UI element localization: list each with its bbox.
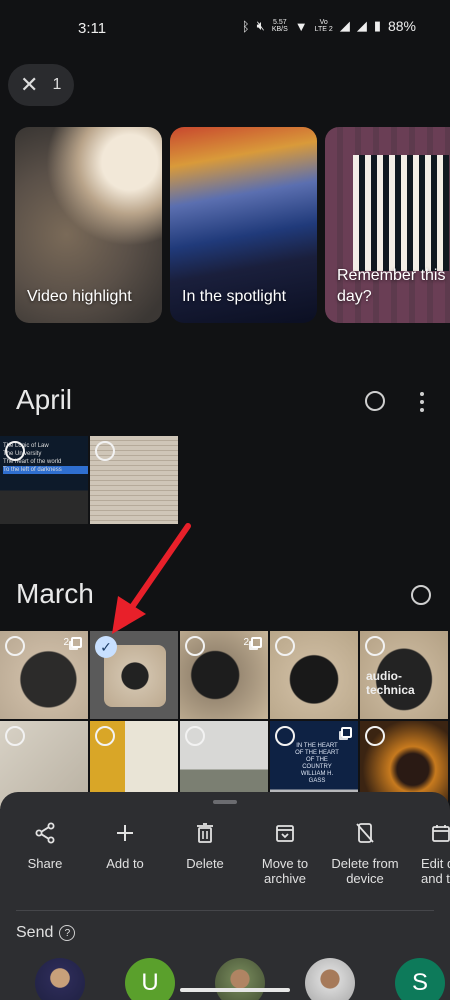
- selection-chip[interactable]: ✕ 1: [8, 64, 74, 106]
- bluetooth-icon: ᛒ: [241, 18, 250, 34]
- wifi-icon: ▼: [294, 18, 308, 34]
- memory-card-spotlight[interactable]: In the spotlight: [170, 127, 317, 323]
- action-row: Share Add to Delete Move to archive Dele…: [0, 820, 450, 890]
- memory-card-remember[interactable]: Remember this day?: [325, 127, 450, 323]
- stack-badge: [341, 727, 352, 738]
- mute-icon: 🔇︎: [256, 18, 265, 33]
- help-icon[interactable]: ?: [59, 925, 76, 941]
- calendar-icon: [405, 820, 450, 846]
- contact-row: U S: [0, 958, 450, 1000]
- volte-top: Vo: [319, 19, 328, 26]
- contact-avatar[interactable]: [35, 958, 85, 1000]
- sign-text: IN THE HEART OF THE HEART OF THE COUNTRY…: [295, 743, 339, 784]
- send-title: Send: [16, 924, 54, 941]
- move-to-archive-label: Move to archive: [261, 856, 309, 886]
- memory-image: [353, 155, 449, 271]
- status-bar: 3:11 ᛒ 🔇︎ 5.57 KB/S ▼ Vo LTE 2 ◢ ◢ ▮ 88%: [0, 0, 450, 56]
- contact-avatar-s[interactable]: S: [395, 958, 445, 1000]
- edit-date-time-label: Edit d and ti: [421, 856, 450, 886]
- memory-label: Video highlight: [27, 288, 132, 305]
- photo-thumb[interactable]: audio-technica: [360, 631, 448, 719]
- photo-thumb[interactable]: [90, 436, 178, 524]
- edit-date-time-button[interactable]: Edit d and ti: [405, 820, 450, 886]
- contact-avatar-u[interactable]: U: [125, 958, 175, 1000]
- select-circle[interactable]: [365, 726, 385, 746]
- gesture-nav-bar[interactable]: [180, 988, 290, 992]
- stack-count: 2: [243, 637, 249, 648]
- checkmark-icon[interactable]: ✓: [95, 636, 117, 658]
- memory-label: In the spotlight: [182, 288, 287, 305]
- select-circle[interactable]: [95, 726, 115, 746]
- photo-thumb[interactable]: The Logic of Law The University The hear…: [0, 436, 88, 524]
- contact-avatar[interactable]: [305, 958, 355, 1000]
- select-all-april-circle[interactable]: [365, 391, 385, 411]
- selection-count: 1: [52, 76, 62, 93]
- net-speed: 5.57 KB/S: [272, 19, 288, 33]
- select-circle[interactable]: [275, 636, 295, 656]
- battery-percent: 88%: [387, 18, 416, 34]
- select-circle[interactable]: [5, 726, 25, 746]
- net-speed-value: 5.57: [272, 19, 287, 26]
- delete-from-device-label: Delete from device: [331, 856, 399, 886]
- photo-thumb[interactable]: [270, 631, 358, 719]
- stack-icon: [71, 637, 82, 648]
- device-off-icon: [325, 820, 405, 846]
- volte-bottom: LTE 2: [314, 26, 333, 33]
- select-circle[interactable]: [95, 441, 115, 461]
- case-brand-text: audio-technica: [366, 669, 415, 697]
- memory-label: Remember this day?: [337, 267, 446, 305]
- photo-thumb[interactable]: 2: [0, 631, 88, 719]
- stack-count: 2: [63, 637, 69, 648]
- menu-line: To the left of darkness: [3, 466, 88, 474]
- select-circle[interactable]: [185, 636, 205, 656]
- delete-label: Delete: [186, 856, 224, 871]
- archive-icon: [245, 820, 325, 846]
- share-label: Share: [27, 856, 63, 871]
- signal-icon: ◢: [339, 18, 350, 33]
- share-button[interactable]: Share: [5, 820, 85, 871]
- delete-from-device-button[interactable]: Delete from device: [325, 820, 405, 886]
- contact-avatar[interactable]: [215, 958, 265, 1000]
- send-section-header: Send ?: [16, 924, 76, 942]
- net-speed-unit: KB/S: [271, 26, 288, 33]
- select-all-march-circle[interactable]: [411, 585, 431, 605]
- signal-icon-2: ◢: [356, 18, 367, 33]
- stack-badge: 2: [63, 637, 82, 648]
- battery-icon: ▮: [373, 18, 381, 33]
- more-options-icon[interactable]: [419, 392, 425, 412]
- stack-icon: [341, 727, 352, 738]
- close-icon[interactable]: ✕: [20, 74, 38, 96]
- photo-thumb[interactable]: 2: [180, 631, 268, 719]
- plus-icon: [85, 820, 165, 846]
- section-title-april: April: [16, 384, 73, 415]
- select-circle[interactable]: [275, 726, 295, 746]
- stack-icon: [251, 637, 262, 648]
- select-circle[interactable]: [5, 441, 25, 461]
- stack-badge: 2: [243, 637, 262, 648]
- status-time: 3:11: [78, 20, 107, 37]
- select-circle[interactable]: [365, 636, 385, 656]
- trash-icon: [165, 820, 245, 846]
- divider: [16, 910, 434, 911]
- share-icon: [5, 820, 85, 846]
- memory-card-video-highlight[interactable]: Video highlight: [15, 127, 162, 323]
- move-to-archive-button[interactable]: Move to archive: [245, 820, 325, 886]
- add-to-label: Add to: [106, 856, 144, 871]
- memories-carousel[interactable]: Video highlight In the spotlight Remembe…: [15, 127, 450, 323]
- sheet-drag-handle[interactable]: [213, 800, 237, 804]
- annotation-arrow: [112, 523, 191, 634]
- delete-button[interactable]: Delete: [165, 820, 245, 871]
- select-circle[interactable]: [5, 636, 25, 656]
- section-title-march: March: [16, 578, 94, 609]
- action-sheet: Share Add to Delete Move to archive Dele…: [0, 792, 450, 1000]
- add-to-button[interactable]: Add to: [85, 820, 165, 871]
- select-circle[interactable]: [185, 726, 205, 746]
- volte-badge: Vo LTE 2: [315, 19, 333, 33]
- photo-thumb-selected[interactable]: ✓: [90, 631, 178, 719]
- status-icons: ᛒ 🔇︎ 5.57 KB/S ▼ Vo LTE 2 ◢ ◢ ▮ 88%: [242, 18, 416, 34]
